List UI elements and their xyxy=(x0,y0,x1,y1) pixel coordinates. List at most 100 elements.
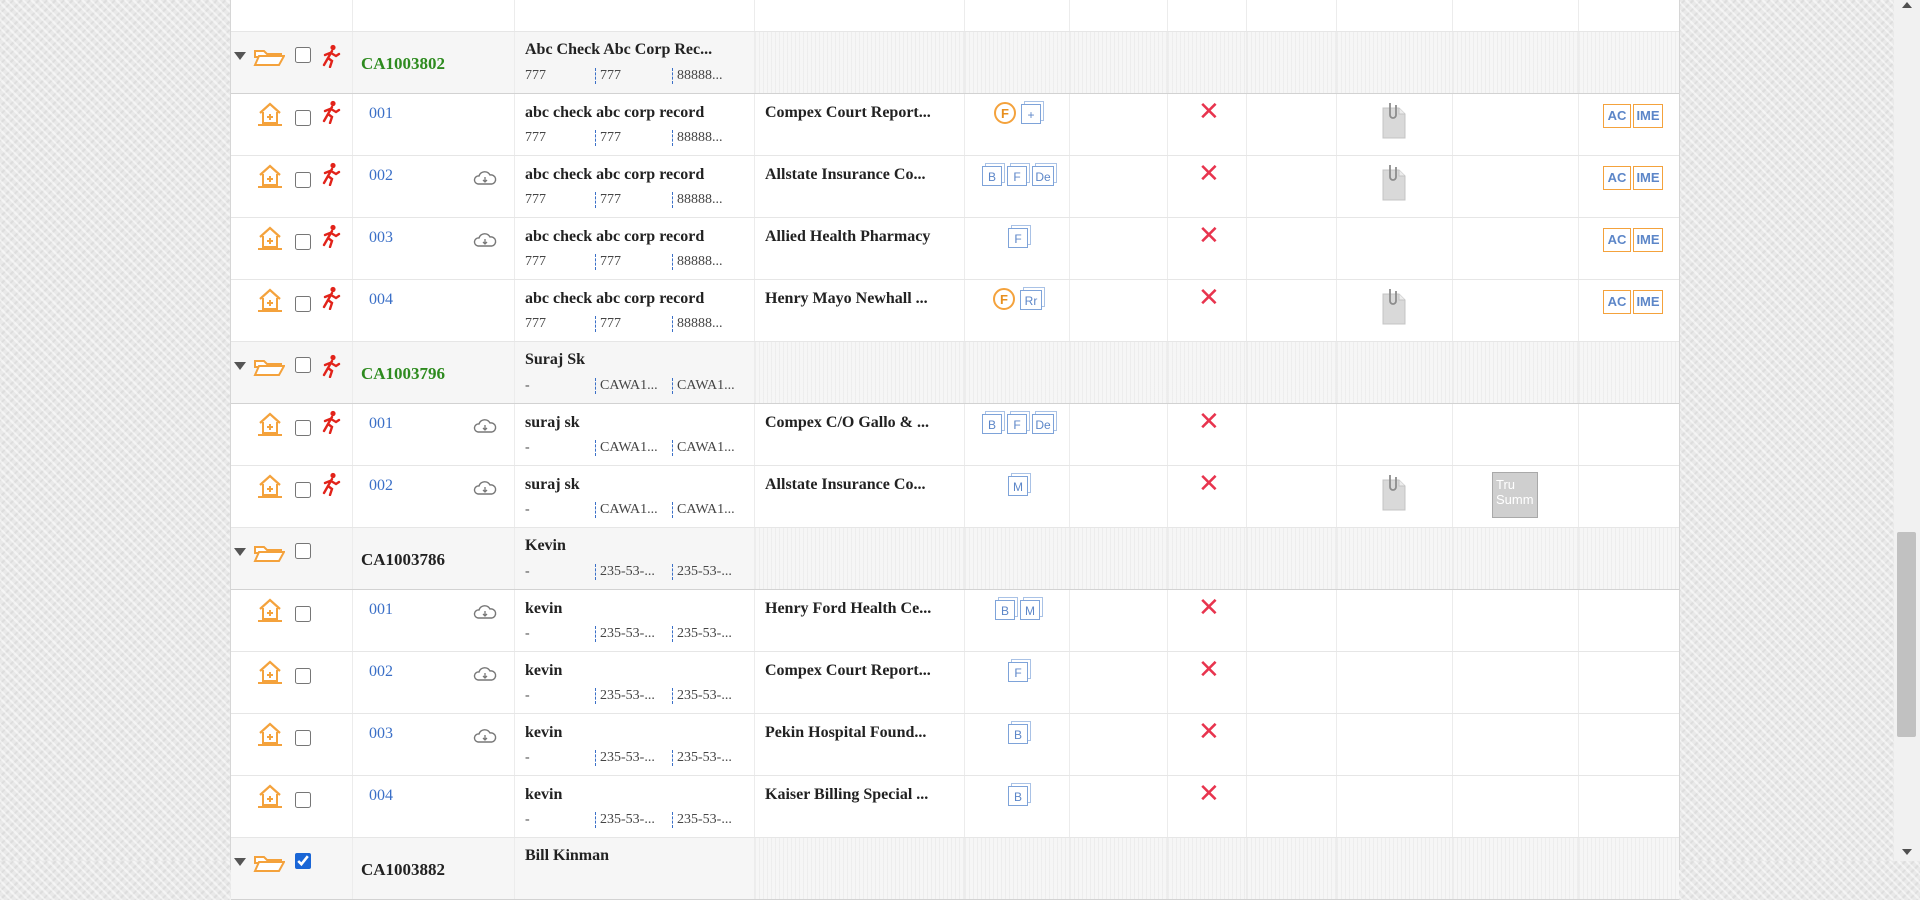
claim-row[interactable]: 001 abc check abc corp record 777 777 88888.… xyxy=(231,94,1679,156)
claim-row[interactable]: 002 suraj sk - CAWA1... CAWA1... Allstate Ins… xyxy=(231,466,1679,528)
claim-row[interactable]: 001 suraj sk - CAWA1... CAWA1... Compex C/O G… xyxy=(231,404,1679,466)
claim-row[interactable]: 004 kevin - 235-53-... 235-53-... Kaiser Bill… xyxy=(231,776,1679,838)
name-cell: abc check abc corp record 777 777 88888... xyxy=(515,94,755,155)
name-cell: abc check abc corp record 777 777 88888... xyxy=(515,156,755,217)
remove-x-icon[interactable]: ✕ xyxy=(1198,781,1220,807)
document-type-icon[interactable]: Rr xyxy=(1020,290,1042,310)
claim-row[interactable]: 004 abc check abc corp record 777 777 88888.… xyxy=(231,280,1679,342)
document-type-icon[interactable]: M xyxy=(1008,476,1028,496)
document-type-icon[interactable]: F xyxy=(1007,414,1027,434)
claim-select-checkbox[interactable] xyxy=(295,606,311,622)
attachment-document-icon xyxy=(1377,286,1409,326)
claim-select-checkbox[interactable] xyxy=(295,420,311,436)
claim-ref: - xyxy=(525,502,530,517)
ime-tag[interactable]: IME xyxy=(1633,290,1663,314)
remove-x-icon[interactable]: ✕ xyxy=(1198,657,1220,683)
document-type-icon[interactable]: + xyxy=(1021,104,1041,124)
document-type-icon[interactable]: M xyxy=(1020,600,1040,620)
ac-tag[interactable]: AC xyxy=(1603,228,1631,252)
claim-row[interactable]: 002 kevin - 235-53-... 235-53-... Compex Cour… xyxy=(231,652,1679,714)
remove-x-icon[interactable]: ✕ xyxy=(1198,471,1220,497)
remove-x-icon[interactable]: ✕ xyxy=(1198,285,1220,311)
claim-number-link[interactable]: 001 xyxy=(369,601,393,619)
group-select-checkbox[interactable] xyxy=(295,357,311,373)
blank-cell xyxy=(1247,342,1337,403)
vertical-scrollbar[interactable] xyxy=(1894,0,1920,861)
ime-tag[interactable]: IME xyxy=(1633,166,1663,190)
scroll-down-arrow-icon[interactable] xyxy=(1902,849,1912,855)
policy-ref: 235-53-... xyxy=(672,626,752,642)
case-group-row[interactable]: CA1003786 Kevin - 235-53-... 235-53-... xyxy=(231,528,1679,590)
remove-x-icon[interactable]: ✕ xyxy=(1198,409,1220,435)
ime-tag[interactable]: IME xyxy=(1633,104,1663,128)
claim-number-link[interactable]: 002 xyxy=(369,477,393,495)
claim-row[interactable]: 002 abc check abc corp record 777 777 88888.… xyxy=(231,156,1679,218)
claim-select-checkbox[interactable] xyxy=(295,234,311,250)
document-type-icon[interactable]: De xyxy=(1032,166,1054,186)
case-group-row[interactable]: CA1003796 Suraj Sk - CAWA1... CAWA1... xyxy=(231,342,1679,404)
claim-select-checkbox[interactable] xyxy=(295,668,311,684)
blank-cell xyxy=(1070,838,1168,899)
name-cell: Bill Kinman xyxy=(515,838,755,899)
document-type-icon[interactable]: B xyxy=(982,414,1002,434)
document-type-icon[interactable]: B xyxy=(1008,786,1028,806)
document-type-icon[interactable]: B xyxy=(982,166,1002,186)
claim-number-link[interactable]: 004 xyxy=(369,787,393,805)
group-select-checkbox[interactable] xyxy=(295,47,311,63)
claim-row[interactable]: 003 kevin - 235-53-... 235-53-... Pekin Hospi… xyxy=(231,714,1679,776)
collapse-caret-icon[interactable] xyxy=(234,362,246,370)
document-type-icon[interactable]: B xyxy=(995,600,1015,620)
collapse-caret-icon[interactable] xyxy=(234,52,246,60)
case-id-link[interactable]: CA1003796 xyxy=(361,364,445,384)
claim-number-link[interactable]: 002 xyxy=(369,167,393,185)
claim-number-link[interactable]: 003 xyxy=(369,725,393,743)
trusumm-logo-icon[interactable]: Tru Summ xyxy=(1492,472,1538,518)
case-id-link[interactable]: CA1003882 xyxy=(361,860,445,880)
remove-x-icon[interactable]: ✕ xyxy=(1198,595,1220,621)
claim-number-link[interactable]: 001 xyxy=(369,415,393,433)
claim-select-checkbox[interactable] xyxy=(295,296,311,312)
remove-x-icon[interactable]: ✕ xyxy=(1198,99,1220,125)
claim-number-link[interactable]: 004 xyxy=(369,291,393,309)
document-type-icon[interactable]: F xyxy=(1008,662,1028,682)
document-status-circle-icon[interactable]: F xyxy=(993,288,1015,310)
claim-select-checkbox[interactable] xyxy=(295,482,311,498)
document-type-icon[interactable]: F xyxy=(1008,228,1028,248)
document-type-icon[interactable]: F xyxy=(1007,166,1027,186)
remove-x-icon[interactable]: ✕ xyxy=(1198,161,1220,187)
claim-select-checkbox[interactable] xyxy=(295,172,311,188)
collapse-caret-icon[interactable] xyxy=(234,858,246,866)
claim-number-link[interactable]: 002 xyxy=(369,663,393,681)
claim-row[interactable]: 001 kevin - 235-53-... 235-53-... Henry Ford … xyxy=(231,590,1679,652)
claim-number-link[interactable]: 003 xyxy=(369,229,393,247)
id-cell: CA1003882 xyxy=(353,838,515,899)
claim-select-checkbox[interactable] xyxy=(295,792,311,808)
cloud-download-icon xyxy=(473,231,497,249)
ac-tag[interactable]: AC xyxy=(1603,104,1631,128)
ac-tag[interactable]: AC xyxy=(1603,166,1631,190)
case-id-link[interactable]: CA1003802 xyxy=(361,54,445,74)
scrollbar-thumb[interactable] xyxy=(1897,532,1916,737)
remove-x-icon[interactable]: ✕ xyxy=(1198,719,1220,745)
collapse-caret-icon[interactable] xyxy=(234,548,246,556)
group-select-checkbox[interactable] xyxy=(295,853,311,869)
claim-select-checkbox[interactable] xyxy=(295,110,311,126)
document-status-circle-icon[interactable]: F xyxy=(994,102,1016,124)
ac-tag[interactable]: AC xyxy=(1603,290,1631,314)
ime-tag[interactable]: IME xyxy=(1633,228,1663,252)
claim-row[interactable]: 003 abc check abc corp record 777 777 88888.… xyxy=(231,218,1679,280)
remove-x-icon[interactable]: ✕ xyxy=(1198,223,1220,249)
document-type-icon[interactable]: B xyxy=(1008,724,1028,744)
claimant-name: suraj sk xyxy=(525,414,580,431)
document-type-icon[interactable]: De xyxy=(1032,414,1054,434)
claim-select-checkbox[interactable] xyxy=(295,730,311,746)
group-select-checkbox[interactable] xyxy=(295,543,311,559)
row-actions-cell xyxy=(231,590,353,651)
case-group-row[interactable]: CA1003882 Bill Kinman xyxy=(231,838,1679,900)
claim-number-link[interactable]: 001 xyxy=(369,105,393,123)
claimant-name: Suraj Sk xyxy=(525,351,586,368)
scroll-up-arrow-icon[interactable] xyxy=(1902,2,1912,8)
case-id-link[interactable]: CA1003786 xyxy=(361,550,445,570)
claim-row[interactable]: 777144222222... xyxy=(231,0,1679,32)
case-group-row[interactable]: CA1003802 Abc Check Abc Corp Rec... 777 777… xyxy=(231,32,1679,94)
